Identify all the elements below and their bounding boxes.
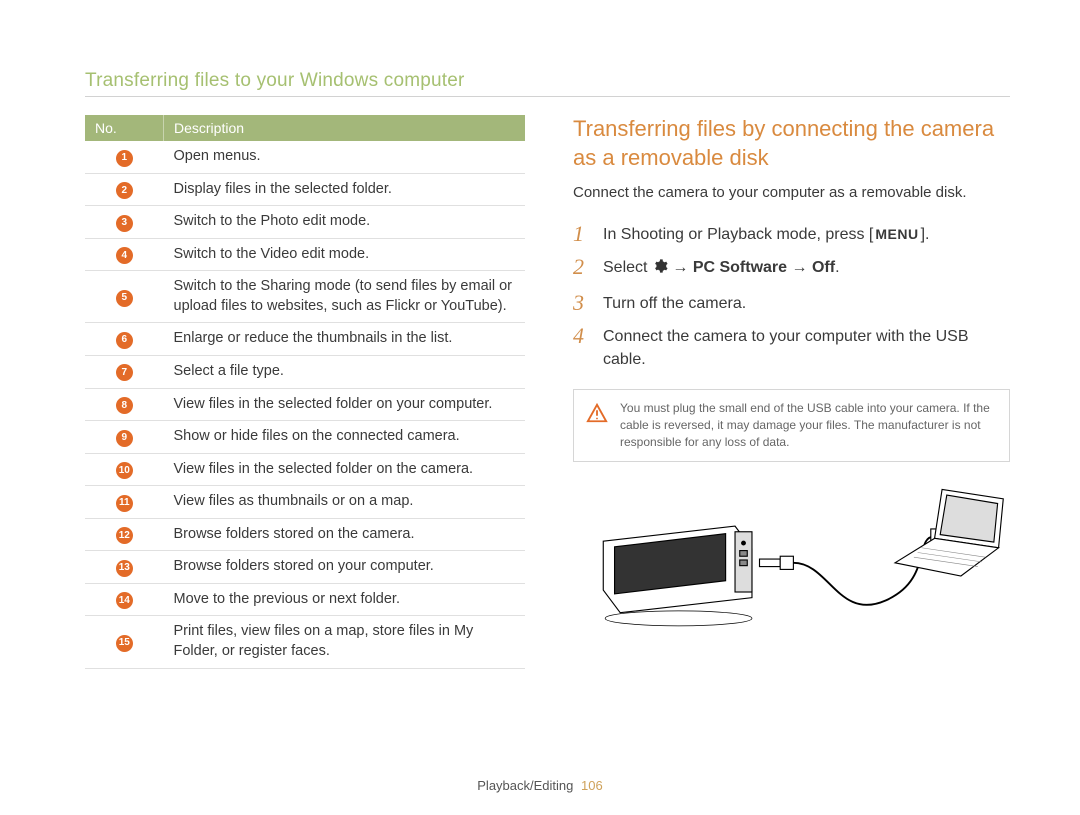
row-number-badge: 3: [116, 215, 133, 232]
row-desc: Show or hide files on the connected came…: [164, 421, 526, 454]
table-row: 15 Print files, view files on a map, stor…: [85, 616, 525, 668]
row-desc: Browse folders stored on your computer.: [164, 551, 526, 584]
row-desc: View files in the selected folder on the…: [164, 453, 526, 486]
table-row: 11 View files as thumbnails or on a map.: [85, 486, 525, 519]
table-header-desc: Description: [164, 115, 526, 141]
table-row: 2 Display files in the selected folder.: [85, 173, 525, 206]
table-row: 4 Switch to the Video edit mode.: [85, 238, 525, 271]
step-3: Turn off the camera.: [573, 292, 1010, 315]
row-number-badge: 8: [116, 397, 133, 414]
step-2-pc-software: PC Software: [693, 259, 787, 276]
table-row: 10 View files in the selected folder on t…: [85, 453, 525, 486]
footer-page-number: 106: [581, 778, 603, 793]
section-heading: Transferring files by connecting the cam…: [573, 115, 1010, 172]
row-desc: View files as thumbnails or on a map.: [164, 486, 526, 519]
row-desc: Switch to the Sharing mode (to send file…: [164, 271, 526, 323]
row-number-badge: 13: [116, 560, 133, 577]
row-desc: Browse folders stored on the camera.: [164, 518, 526, 551]
step-2-off: Off: [812, 259, 835, 276]
menu-button-label: MENU: [873, 224, 920, 244]
row-desc: Move to the previous or next folder.: [164, 583, 526, 616]
table-row: 7 Select a file type.: [85, 355, 525, 388]
row-number-badge: 12: [116, 527, 133, 544]
title-rule: [85, 96, 1010, 97]
row-number-badge: 1: [116, 150, 133, 167]
step-2-text-a: Select: [603, 259, 652, 276]
table-header-no: No.: [85, 115, 164, 141]
table-row: 13 Browse folders stored on your computer…: [85, 551, 525, 584]
page-title: Transferring files to your Windows compu…: [85, 70, 1010, 92]
step-2: Select → PC Software → Off.: [573, 256, 1010, 281]
row-desc: Print files, view files on a map, store …: [164, 616, 526, 668]
footer-section: Playback/Editing: [477, 778, 573, 793]
row-desc: View files in the selected folder on you…: [164, 388, 526, 421]
step-1-text-b: ].: [921, 226, 930, 243]
table-row: 8 View files in the selected folder on yo…: [85, 388, 525, 421]
table-row: 3 Switch to the Photo edit mode.: [85, 206, 525, 239]
table-row: 9 Show or hide files on the connected cam…: [85, 421, 525, 454]
steps-list: In Shooting or Playback mode, press [MEN…: [573, 223, 1010, 371]
section-intro: Connect the camera to your computer as a…: [573, 184, 1010, 201]
step-3-text: Turn off the camera.: [603, 292, 746, 315]
row-number-badge: 5: [116, 290, 133, 307]
warning-text: You must plug the small end of the USB c…: [620, 400, 995, 450]
step-2-arrow-1: →: [668, 259, 693, 276]
row-number-badge: 10: [116, 462, 133, 479]
gear-icon: [652, 258, 668, 281]
row-desc: Display files in the selected folder.: [164, 173, 526, 206]
row-desc: Switch to the Photo edit mode.: [164, 206, 526, 239]
row-number-badge: 6: [116, 332, 133, 349]
row-desc: Switch to the Video edit mode.: [164, 238, 526, 271]
step-2-arrow-2: →: [787, 259, 812, 276]
row-number-badge: 14: [116, 592, 133, 609]
step-4-text: Connect the camera to your computer with…: [603, 325, 1010, 371]
step-2-period: .: [835, 259, 839, 276]
row-desc: Open menus.: [164, 141, 526, 173]
row-number-badge: 11: [116, 495, 133, 512]
description-table: No. Description 1 Open menus. 2 Display fi…: [85, 115, 525, 669]
table-row: 1 Open menus.: [85, 141, 525, 173]
row-desc: Select a file type.: [164, 355, 526, 388]
warning-note: You must plug the small end of the USB c…: [573, 389, 1010, 461]
step-1: In Shooting or Playback mode, press [MEN…: [573, 223, 1010, 246]
row-desc: Enlarge or reduce the thumbnails in the …: [164, 323, 526, 356]
table-row: 12 Browse folders stored on the camera.: [85, 518, 525, 551]
row-number-badge: 9: [116, 430, 133, 447]
table-row: 6 Enlarge or reduce the thumbnails in the…: [85, 323, 525, 356]
row-number-badge: 15: [116, 635, 133, 652]
table-row: 14 Move to the previous or next folder.: [85, 583, 525, 616]
warning-icon: [586, 402, 608, 429]
step-4: Connect the camera to your computer with…: [573, 325, 1010, 371]
row-number-badge: 2: [116, 182, 133, 199]
row-number-badge: 7: [116, 364, 133, 381]
page-footer: Playback/Editing 106: [0, 778, 1080, 793]
camera-usb-laptop-illustration: [573, 480, 1010, 640]
table-row: 5 Switch to the Sharing mode (to send fil…: [85, 271, 525, 323]
row-number-badge: 4: [116, 247, 133, 264]
step-1-text-a: In Shooting or Playback mode, press [: [603, 226, 873, 243]
